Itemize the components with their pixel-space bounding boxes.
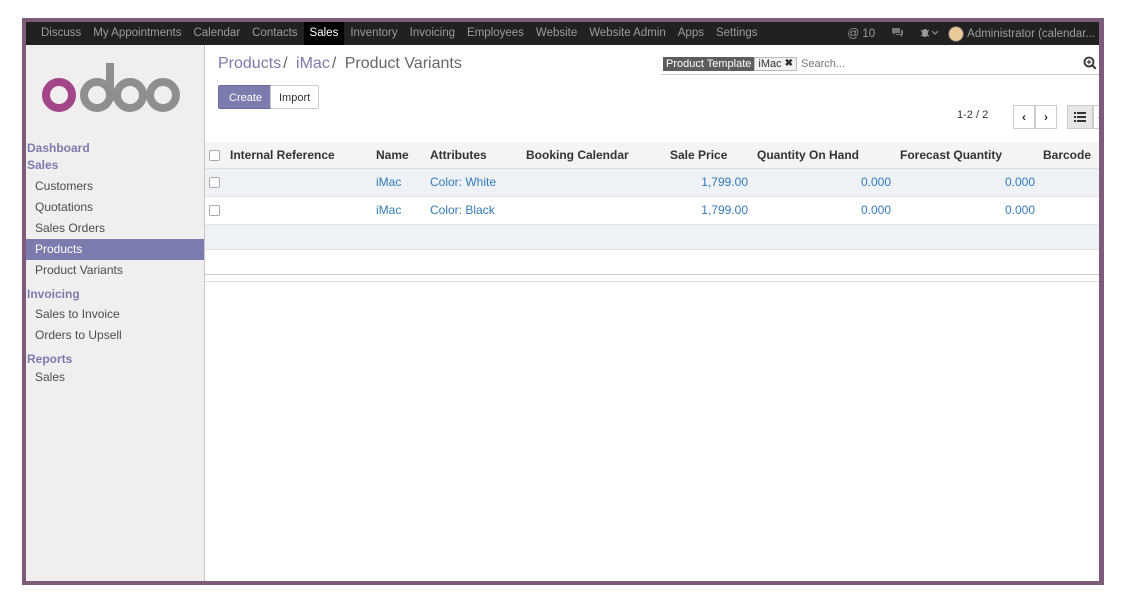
cell-sale-price: 1,799.00 <box>701 203 748 217</box>
column-quantity-on-hand[interactable]: Quantity On Hand <box>757 142 859 168</box>
pager-next-button[interactable]: › <box>1035 105 1057 129</box>
sidebar-menu: Dashboard Sales Customers Quotations Sal… <box>26 138 204 388</box>
sidebar-item-orders-to-upsell[interactable]: Orders to Upsell <box>26 325 204 346</box>
window-frame: Discuss My Appointments Calendar Contact… <box>22 18 1104 585</box>
breadcrumb-current: Product Variants <box>344 55 462 72</box>
sidebar-item-products[interactable]: Products <box>26 239 204 260</box>
top-navbar: Discuss My Appointments Calendar Contact… <box>26 22 1099 45</box>
control-panel: Products / iMac / Product Variants Create … <box>205 45 1099 129</box>
sidebar-item-product-variants[interactable]: Product Variants <box>26 260 204 281</box>
search-bar: Product Template iMac ✖ <box>661 54 1099 75</box>
cell-name[interactable]: iMac <box>376 197 401 223</box>
menu-settings[interactable]: Settings <box>710 22 764 45</box>
column-name[interactable]: Name <box>376 142 409 168</box>
column-internal-reference[interactable]: Internal Reference <box>230 142 335 168</box>
create-button[interactable]: Create <box>218 85 274 109</box>
row-checkbox[interactable] <box>209 205 220 216</box>
breadcrumb: Products / iMac / Product Variants <box>218 55 462 73</box>
empty-row <box>205 250 1099 275</box>
product-variants-table: Internal Reference Name Attributes Booki… <box>205 142 1099 275</box>
facet-value: iMac <box>758 58 782 70</box>
notifications-counter[interactable]: @ 10 <box>841 28 881 40</box>
pager-value[interactable]: 1-2 / 2 <box>957 109 988 121</box>
sidebar: Dashboard Sales Customers Quotations Sal… <box>26 45 205 581</box>
user-menu[interactable]: Administrator (calendar... <box>948 25 1099 42</box>
kanban-view-icon <box>1098 116 1099 118</box>
menu-apps[interactable]: Apps <box>672 22 710 45</box>
menu-contacts[interactable]: Contacts <box>246 22 303 45</box>
systray: @ 10 Administrator (calendar... <box>837 22 1099 45</box>
sidebar-item-customers[interactable]: Customers <box>26 176 204 197</box>
sidebar-section-dashboard[interactable]: Dashboard <box>26 138 204 156</box>
row-checkbox[interactable] <box>209 177 220 188</box>
sidebar-item-sales-orders[interactable]: Sales Orders <box>26 218 204 239</box>
pager-previous-button[interactable]: ‹ <box>1013 105 1035 129</box>
cell-forecast-quantity: 0.000 <box>1004 203 1035 217</box>
breadcrumb-separator: / <box>283 55 288 72</box>
sidebar-item-reports-sales[interactable]: Sales <box>26 367 204 388</box>
breadcrumb-imac[interactable]: iMac <box>296 55 330 72</box>
facet-remove-icon[interactable]: ✖ <box>785 58 793 70</box>
column-sale-price[interactable]: Sale Price <box>670 142 727 168</box>
list-view-button[interactable] <box>1067 105 1093 129</box>
table-header: Internal Reference Name Attributes Booki… <box>205 142 1099 169</box>
empty-row <box>205 225 1099 250</box>
column-attributes[interactable]: Attributes <box>430 142 487 168</box>
chat-icon[interactable] <box>885 27 910 41</box>
column-forecast-quantity[interactable]: Forecast Quantity <box>900 142 1002 168</box>
debug-bug-icon[interactable] <box>914 27 944 41</box>
user-name: Administrator (calendar... <box>967 27 1095 40</box>
cell-forecast-quantity: 0.000 <box>1004 175 1035 189</box>
column-barcode[interactable]: Barcode <box>1043 142 1091 168</box>
main-menu: Discuss My Appointments Calendar Contact… <box>26 22 764 45</box>
sidebar-section-invoicing[interactable]: Invoicing <box>26 284 204 302</box>
search-input[interactable] <box>801 56 1071 72</box>
cell-sale-price: 1,799.00 <box>701 175 748 189</box>
odoo-logo <box>42 63 180 112</box>
menu-employees[interactable]: Employees <box>461 22 530 45</box>
cell-quantity-on-hand: 0.000 <box>860 175 891 189</box>
search-icon[interactable] <box>1083 56 1097 70</box>
import-button[interactable]: Import <box>270 85 320 109</box>
menu-my-appointments[interactable]: My Appointments <box>87 22 187 45</box>
search-facet: Product Template iMac ✖ <box>663 57 798 71</box>
cell-name[interactable]: iMac <box>376 169 401 195</box>
table-row[interactable]: iMac Color: Black 1,799.00 0.000 0.000 <box>205 197 1099 225</box>
sidebar-item-sales-to-invoice[interactable]: Sales to Invoice <box>26 304 204 325</box>
menu-discuss[interactable]: Discuss <box>26 22 87 45</box>
menu-sales[interactable]: Sales <box>303 22 345 45</box>
select-all-checkbox[interactable] <box>209 150 220 161</box>
column-booking-calendar[interactable]: Booking Calendar <box>526 142 629 168</box>
menu-website-admin[interactable]: Website Admin <box>583 22 672 45</box>
menu-inventory[interactable]: Inventory <box>344 22 403 45</box>
main-content: Products / iMac / Product Variants Create … <box>205 45 1099 581</box>
sidebar-item-quotations[interactable]: Quotations <box>26 197 204 218</box>
list-view-icon <box>1074 112 1086 122</box>
cell-quantity-on-hand: 0.000 <box>860 203 891 217</box>
avatar <box>948 25 965 42</box>
menu-calendar[interactable]: Calendar <box>187 22 246 45</box>
cell-attributes[interactable]: Color: Black <box>430 197 495 223</box>
cell-attributes[interactable]: Color: White <box>430 169 496 195</box>
breadcrumb-products[interactable]: Products <box>218 55 281 72</box>
menu-invoicing[interactable]: Invoicing <box>404 22 461 45</box>
facet-category: Product Template <box>663 57 755 71</box>
table-row[interactable]: iMac Color: White 1,799.00 0.000 0.000 <box>205 169 1099 197</box>
table-footer-divider <box>205 281 1099 282</box>
facet-value-box: iMac ✖ <box>754 57 798 71</box>
menu-website[interactable]: Website <box>530 22 583 45</box>
breadcrumb-separator: / <box>331 55 337 72</box>
app-window: Discuss My Appointments Calendar Contact… <box>26 22 1099 581</box>
sidebar-section-reports[interactable]: Reports <box>26 349 204 367</box>
kanban-view-button[interactable] <box>1093 105 1099 129</box>
sidebar-section-sales[interactable]: Sales <box>26 155 204 173</box>
